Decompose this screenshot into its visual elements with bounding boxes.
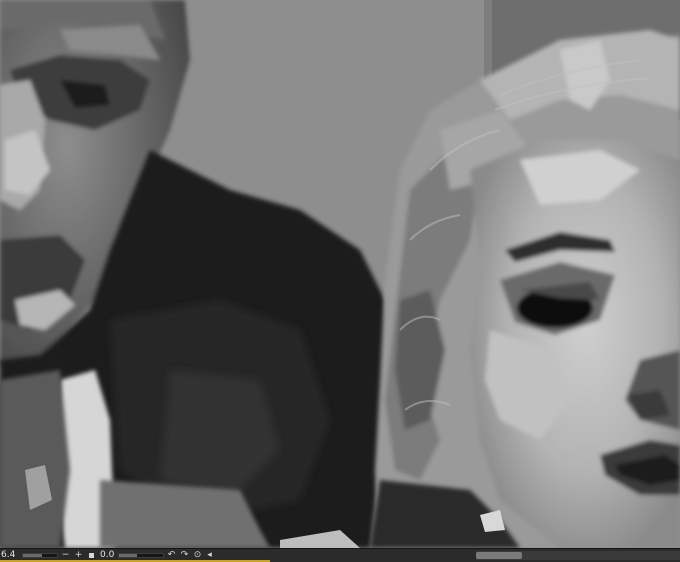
scrollbar-thumb[interactable] [476, 552, 522, 559]
painting-canvas[interactable] [0, 0, 680, 548]
zoom-slider-fill [23, 554, 42, 557]
status-bar: 6.4 − + 0.0 ↶ ↷ ⊙ ◂ [0, 548, 680, 562]
rotation-slider-fill [119, 554, 137, 557]
app-window: 6.4 − + 0.0 ↶ ↷ ⊙ ◂ [0, 0, 680, 562]
horizontal-scrollbar[interactable] [476, 551, 680, 560]
zoom-slider[interactable] [22, 553, 58, 558]
rotation-slider[interactable] [118, 553, 164, 558]
